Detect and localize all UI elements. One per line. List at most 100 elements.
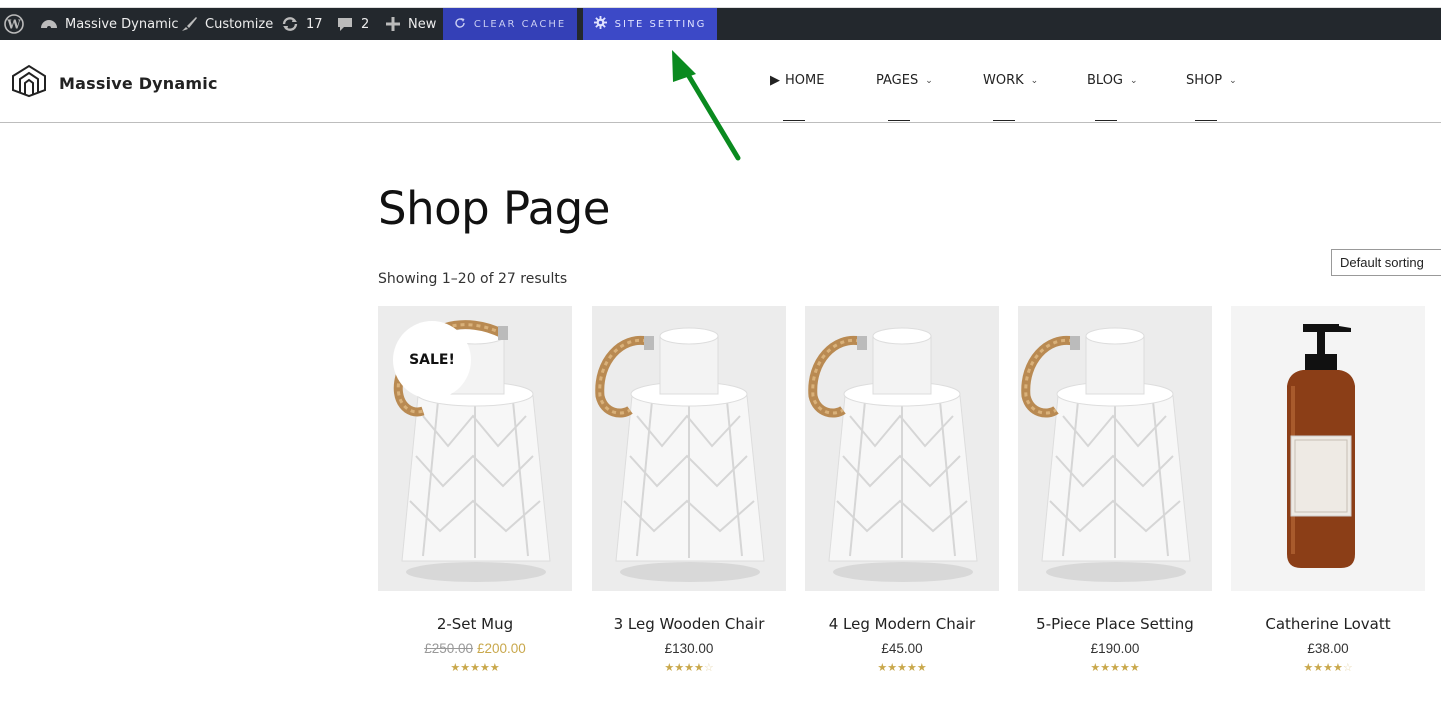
site-logo[interactable]: Massive Dynamic — [11, 64, 218, 102]
product-price: £38.00 — [1307, 641, 1349, 656]
product-card[interactable]: Catherine Lovatt £38.00 ★★★★☆ — [1231, 306, 1425, 674]
star-filled-icon: ★ — [470, 661, 480, 674]
star-filled-icon: ★ — [1129, 661, 1140, 674]
top-strip — [0, 0, 1441, 8]
comments-link[interactable]: 2 — [337, 8, 369, 40]
svg-text:W: W — [6, 18, 21, 32]
updates-icon — [281, 16, 299, 32]
product-card[interactable]: SALE! 2-Set Mug £250.00 £200.00 ★★★★★ — [378, 306, 572, 674]
star-filled-icon: ★ — [906, 661, 917, 674]
star-filled-icon: ★ — [450, 661, 461, 674]
product-name[interactable]: Catherine Lovatt — [1231, 615, 1425, 633]
comment-icon — [337, 16, 353, 32]
lantern-image[interactable] — [1018, 306, 1212, 591]
site-setting-button[interactable]: SITE SETTING — [583, 8, 717, 40]
gear-icon — [593, 16, 607, 32]
star-filled-icon: ★ — [877, 661, 888, 674]
star-filled-icon: ★ — [1110, 661, 1120, 674]
play-icon: ▶ — [770, 73, 780, 88]
star-rating: ★★★★☆ — [592, 661, 786, 674]
star-filled-icon: ★ — [664, 661, 675, 674]
result-count: Showing 1–20 of 27 results — [378, 271, 568, 287]
new-content-link[interactable]: New — [386, 8, 436, 40]
product-name[interactable]: 5-Piece Place Setting — [1018, 615, 1212, 633]
logo-text: Massive Dynamic — [59, 73, 218, 93]
star-filled-icon: ★ — [897, 661, 907, 674]
lantern-image[interactable] — [592, 306, 786, 591]
star-rating: ★★★★★ — [805, 661, 999, 674]
nav-underline — [888, 120, 910, 121]
lantern-image[interactable] — [805, 306, 999, 591]
sorting-select[interactable]: Default sorting — [1331, 249, 1441, 276]
star-filled-icon: ★ — [1332, 661, 1343, 674]
dashboard-icon — [40, 16, 58, 32]
logo-icon — [11, 64, 47, 102]
sale-badge: SALE! — [393, 321, 471, 399]
product-price: £190.00 — [1090, 641, 1140, 656]
page-title: Shop Page — [378, 182, 610, 235]
refresh-icon — [454, 17, 466, 32]
chevron-down-icon: ⌄ — [1130, 75, 1138, 86]
star-filled-icon: ★ — [684, 661, 694, 674]
product-name[interactable]: 3 Leg Wooden Chair — [592, 615, 786, 633]
product-card[interactable]: 3 Leg Wooden Chair £130.00 ★★★★☆ — [592, 306, 786, 674]
nav-home-label: HOME — [785, 73, 825, 88]
lantern-image[interactable]: SALE! — [378, 306, 572, 591]
star-filled-icon: ★ — [489, 661, 500, 674]
customize-label: Customize — [205, 16, 274, 32]
wordpress-logo-icon[interactable]: W — [4, 8, 24, 40]
star-filled-icon: ★ — [1100, 661, 1111, 674]
clear-cache-label: CLEAR CACHE — [473, 18, 567, 30]
star-filled-icon: ★ — [693, 661, 704, 674]
star-filled-icon: ★ — [460, 661, 471, 674]
nav-shop[interactable]: SHOP ⌄ — [1186, 73, 1237, 88]
site-name-label: Massive Dynamic — [65, 16, 179, 32]
nav-work-label: WORK — [983, 73, 1024, 88]
star-empty-icon: ☆ — [703, 661, 714, 674]
clear-cache-button[interactable]: CLEAR CACHE — [443, 8, 577, 40]
product-card[interactable]: 4 Leg Modern Chair £45.00 ★★★★★ — [805, 306, 999, 674]
star-filled-icon: ★ — [1303, 661, 1314, 674]
new-label: New — [408, 16, 437, 32]
product-name[interactable]: 2-Set Mug — [378, 615, 572, 633]
site-setting-label: SITE SETTING — [614, 18, 707, 30]
product-card[interactable]: 5-Piece Place Setting £190.00 ★★★★★ — [1018, 306, 1212, 674]
star-filled-icon: ★ — [674, 661, 685, 674]
star-filled-icon: ★ — [1119, 661, 1130, 674]
nav-home[interactable]: ▶ HOME — [770, 73, 824, 88]
nav-shop-label: SHOP — [1186, 73, 1223, 88]
nav-underline — [1195, 120, 1217, 121]
admin-site-name[interactable]: Massive Dynamic — [40, 8, 179, 40]
star-filled-icon: ★ — [1323, 661, 1333, 674]
product-name[interactable]: 4 Leg Modern Chair — [805, 615, 999, 633]
comments-count: 2 — [361, 16, 370, 32]
chevron-down-icon: ⌄ — [1030, 75, 1039, 86]
nav-underline — [783, 120, 805, 121]
star-empty-icon: ☆ — [1342, 661, 1353, 674]
bottle-image[interactable] — [1231, 306, 1425, 591]
chevron-down-icon: ⌄ — [925, 75, 933, 86]
updates-link[interactable]: 17 — [281, 8, 323, 40]
brush-icon — [180, 16, 198, 32]
customize-link[interactable]: Customize — [180, 8, 273, 40]
star-filled-icon: ★ — [479, 661, 490, 674]
nav-underline — [993, 120, 1015, 121]
updates-count: 17 — [306, 16, 323, 32]
star-filled-icon: ★ — [1090, 661, 1101, 674]
star-filled-icon: ★ — [887, 661, 898, 674]
sale-price: £200.00 — [477, 641, 526, 656]
nav-pages[interactable]: PAGES ⌄ — [876, 73, 933, 88]
star-rating: ★★★★☆ — [1231, 661, 1425, 674]
plus-icon — [386, 17, 400, 31]
nav-blog[interactable]: BLOG ⌄ — [1087, 73, 1138, 88]
site-header: Massive Dynamic ▶ HOME PAGES ⌄ WORK ⌄ BL… — [0, 40, 1441, 123]
chevron-down-icon: ⌄ — [1229, 75, 1237, 86]
old-price: £250.00 — [424, 641, 473, 656]
nav-pages-label: PAGES — [876, 73, 919, 88]
product-price: £130.00 — [664, 641, 714, 656]
nav-work[interactable]: WORK ⌄ — [983, 73, 1038, 88]
product-price: £45.00 — [881, 641, 923, 656]
star-rating: ★★★★★ — [1018, 661, 1212, 674]
star-filled-icon: ★ — [1313, 661, 1324, 674]
admin-bar: W Massive Dynamic Customize 17 2 New CLE… — [0, 8, 1441, 40]
